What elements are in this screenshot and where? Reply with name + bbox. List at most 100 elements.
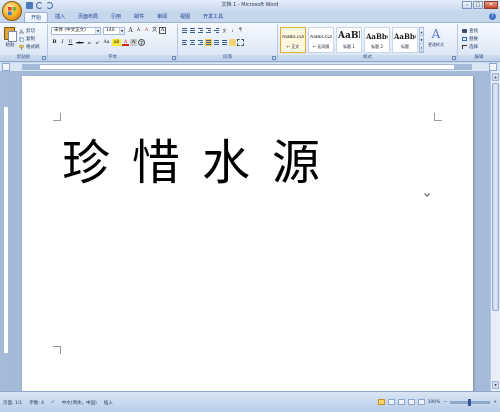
- justify-icon[interactable]: [205, 39, 212, 46]
- tab-view[interactable]: 视图: [174, 12, 196, 22]
- subscript-button[interactable]: x₂: [86, 39, 93, 46]
- document-text[interactable]: 珍惜水源: [62, 133, 342, 193]
- paragraph-launcher[interactable]: [272, 56, 276, 60]
- tab-references[interactable]: 引用: [105, 12, 127, 22]
- numbering-icon[interactable]: [189, 27, 196, 34]
- superscript-button[interactable]: x²: [94, 39, 101, 46]
- print-layout-view-button[interactable]: [377, 399, 385, 405]
- borders-icon[interactable]: [237, 39, 244, 46]
- left-margin: [22, 65, 40, 69]
- document-page[interactable]: 珍惜水源: [22, 76, 473, 391]
- proofing-icon[interactable]: ✓: [51, 400, 55, 406]
- maximize-button[interactable]: □: [473, 1, 483, 9]
- chevron-down-icon[interactable]: ▼: [119, 28, 124, 34]
- style-normal[interactable]: AaBbCcDd ↵ 正文: [280, 27, 306, 53]
- outline-view-button[interactable]: [407, 399, 415, 405]
- style-heading-2[interactable]: AaBb( 标题 2: [364, 27, 390, 53]
- zoom-in-icon[interactable]: +: [493, 400, 497, 405]
- find-button[interactable]: 查找: [462, 27, 478, 35]
- cut-button[interactable]: 剪切: [19, 27, 40, 35]
- styles-gallery-scroll[interactable]: ▲ ▼ ▾: [419, 27, 424, 53]
- tab-insert[interactable]: 插入: [49, 12, 71, 22]
- more-icon[interactable]: ▾: [420, 44, 423, 52]
- paste-button[interactable]: 粘贴: [3, 27, 17, 52]
- help-button[interactable]: ?: [489, 13, 496, 20]
- select-button[interactable]: 选择: [462, 43, 478, 51]
- shrink-font-button[interactable]: A: [135, 27, 142, 34]
- style-sample: AaBbCcDd: [282, 35, 304, 40]
- close-button[interactable]: ✕: [484, 1, 498, 9]
- enclose-char-button[interactable]: 字: [138, 39, 145, 46]
- office-button[interactable]: [2, 1, 22, 21]
- phonetic-guide-button[interactable]: 文: [151, 27, 158, 34]
- web-layout-view-button[interactable]: [397, 399, 405, 405]
- change-case-button[interactable]: Aa: [102, 39, 111, 46]
- align-center-icon[interactable]: [189, 39, 196, 46]
- vertical-ruler[interactable]: [3, 77, 9, 387]
- tab-home[interactable]: 开始: [24, 12, 49, 22]
- full-screen-view-button[interactable]: [387, 399, 395, 405]
- zoom-slider[interactable]: [450, 398, 491, 406]
- chevron-down-icon[interactable]: ▼: [95, 28, 100, 34]
- insert-mode[interactable]: 插入: [104, 400, 113, 406]
- replace-icon: [462, 37, 467, 41]
- tab-review[interactable]: 审阅: [151, 12, 173, 22]
- paragraph-group-label: 段落: [178, 55, 277, 61]
- chinese-layout-icon[interactable]: 文: [221, 27, 228, 34]
- highlight-button[interactable]: ab: [112, 39, 121, 46]
- clipboard-launcher[interactable]: [42, 56, 46, 60]
- change-styles-button[interactable]: A 更改样式: [428, 27, 444, 57]
- scroll-up-button[interactable]: ▲: [492, 73, 499, 81]
- align-right-icon[interactable]: [197, 39, 204, 46]
- style-no-spacing[interactable]: AaBbCcDd ↵ 无间隔: [308, 27, 334, 53]
- language-status[interactable]: 中文(简体，中国): [62, 400, 97, 406]
- zoom-out-icon[interactable]: −: [443, 400, 447, 405]
- shading-icon[interactable]: [229, 39, 236, 46]
- format-painter-button[interactable]: 格式刷: [19, 43, 40, 51]
- tab-developer[interactable]: 开发工具: [197, 12, 229, 22]
- line-spacing-icon[interactable]: [221, 39, 228, 46]
- font-name-combo[interactable]: 宋体 (中文正文) ▼: [51, 27, 101, 35]
- styles-group-label: 样式: [278, 55, 457, 61]
- tab-page-layout[interactable]: 页面布局: [72, 12, 104, 22]
- italic-button[interactable]: I: [59, 39, 66, 46]
- style-heading-1[interactable]: AaBl 标题 1: [336, 27, 362, 53]
- vertical-scrollbar[interactable]: ▲ ▼: [490, 71, 500, 391]
- char-border-button[interactable]: A: [159, 27, 166, 34]
- decrease-indent-icon[interactable]: [205, 27, 212, 34]
- minimize-button[interactable]: –: [462, 1, 472, 9]
- styles-launcher[interactable]: [452, 56, 456, 60]
- horizontal-ruler[interactable]: [22, 64, 472, 70]
- replace-button[interactable]: 替换: [462, 35, 478, 43]
- multilevel-list-icon[interactable]: [197, 27, 204, 34]
- align-left-icon[interactable]: [181, 39, 188, 46]
- clear-format-button[interactable]: A: [143, 27, 150, 34]
- scroll-down-button[interactable]: ▼: [492, 381, 499, 389]
- view-ruler-button[interactable]: [489, 63, 497, 71]
- font-color-button[interactable]: A: [122, 39, 129, 46]
- char-shading-button[interactable]: A: [130, 39, 137, 46]
- grow-font-button[interactable]: A: [127, 27, 134, 34]
- tab-mailings[interactable]: 邮件: [128, 12, 150, 22]
- font-launcher[interactable]: [172, 56, 176, 60]
- show-marks-icon[interactable]: ¶: [237, 27, 244, 34]
- copy-button[interactable]: 复制: [19, 35, 40, 43]
- bullets-icon[interactable]: [181, 27, 188, 34]
- sort-icon[interactable]: ↓: [229, 27, 236, 34]
- increase-indent-icon[interactable]: [213, 27, 220, 34]
- word-count[interactable]: 字数: 4: [29, 400, 44, 406]
- zoom-level[interactable]: 100%: [428, 400, 441, 405]
- scroll-thumb[interactable]: [492, 83, 499, 311]
- distributed-icon[interactable]: [213, 39, 220, 46]
- chevron-down-icon[interactable]: ▼: [420, 36, 423, 44]
- page-count[interactable]: 页面: 1/1: [3, 400, 22, 406]
- font-size-combo[interactable]: 140 ▼: [103, 27, 125, 35]
- tab-selector-button[interactable]: [2, 63, 10, 71]
- draft-view-button[interactable]: [417, 399, 425, 405]
- style-title[interactable]: AaBb( 标题: [392, 27, 418, 53]
- zoom-slider-knob[interactable]: [468, 398, 472, 406]
- strikethrough-button[interactable]: abe: [75, 39, 85, 46]
- chevron-up-icon[interactable]: ▲: [420, 28, 423, 36]
- bold-button[interactable]: B: [51, 39, 58, 46]
- underline-button[interactable]: U: [67, 39, 74, 46]
